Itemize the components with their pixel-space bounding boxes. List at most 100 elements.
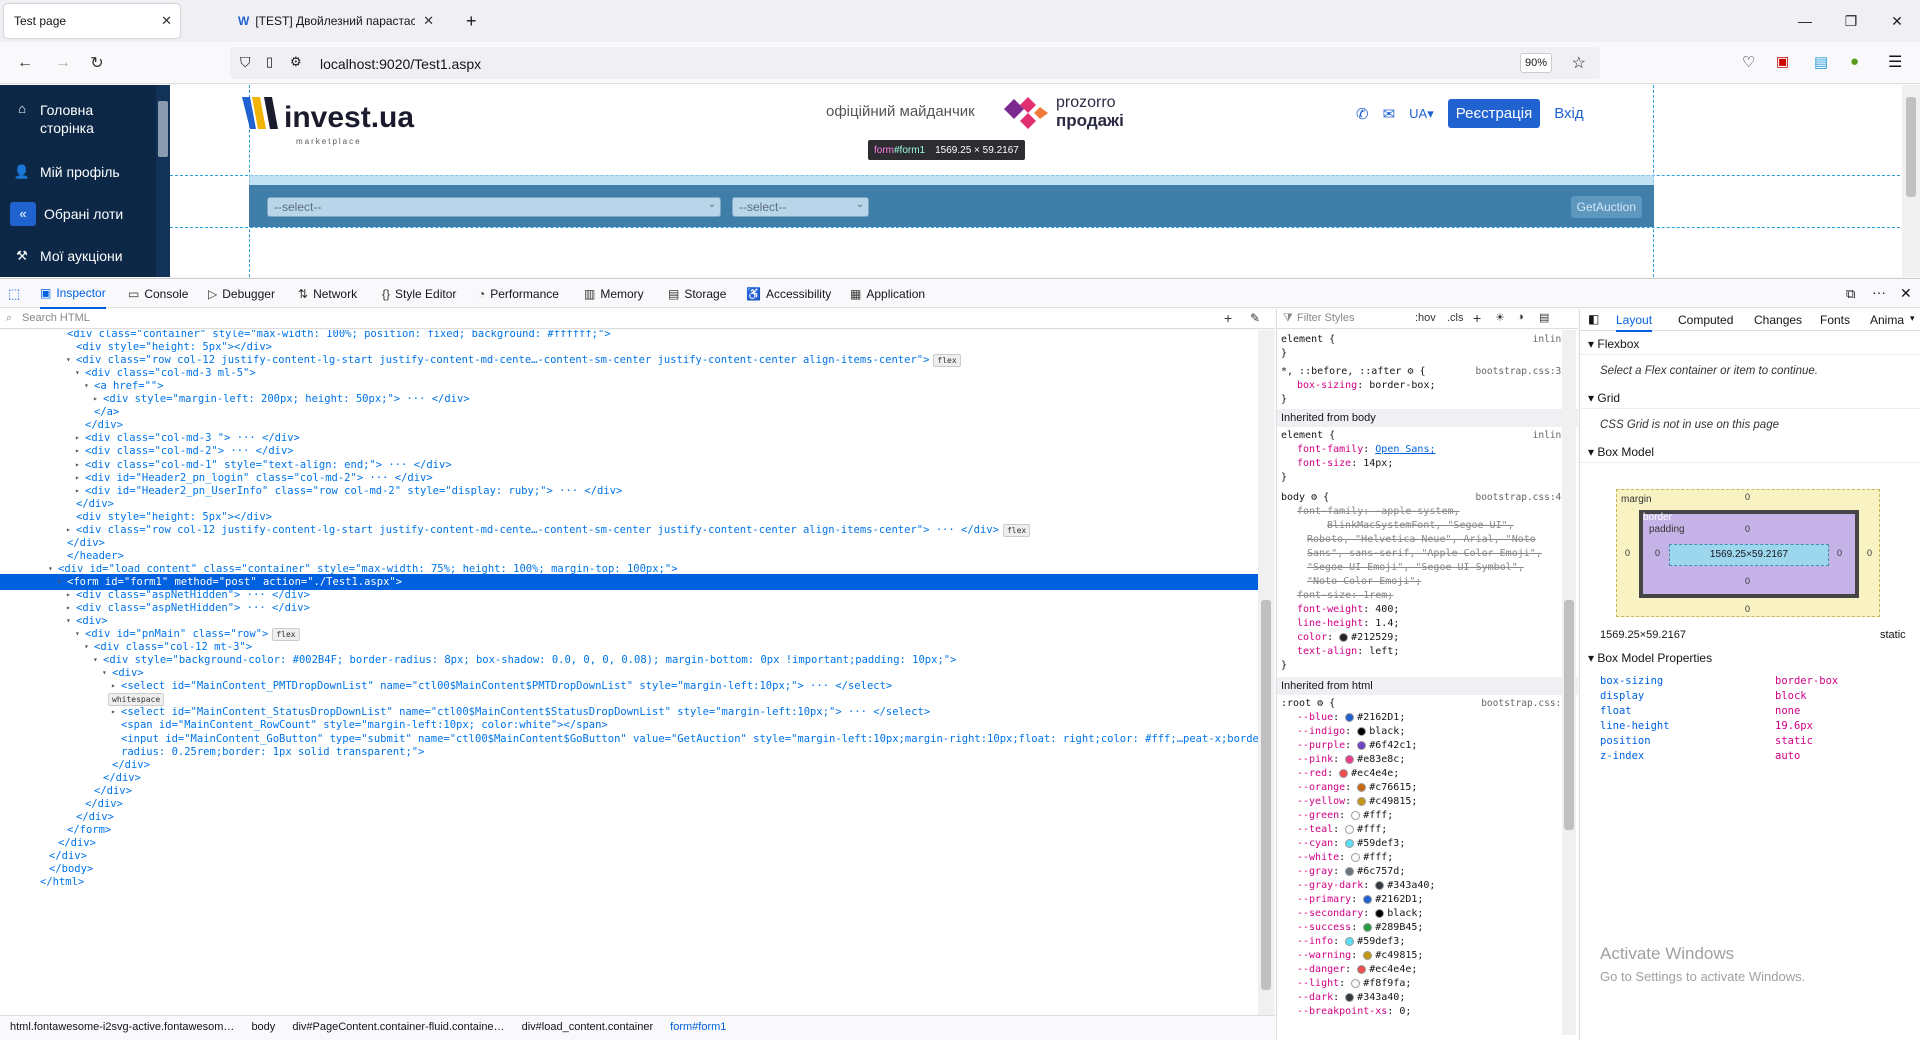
class-toggle[interactable]: .cls bbox=[1447, 312, 1464, 324]
star-icon[interactable]: ☆ bbox=[1572, 53, 1586, 73]
rule-declaration[interactable]: font-family: Open Sans; bbox=[1297, 443, 1578, 457]
tab-memory[interactable]: ▥ Memory bbox=[584, 279, 644, 309]
sidebar-item-favorites[interactable]: « Обрані лоти bbox=[10, 202, 123, 226]
rule-declaration[interactable]: font-weight: 400; bbox=[1297, 603, 1578, 617]
pocket-icon[interactable]: ♡ bbox=[1742, 53, 1755, 71]
css-variable[interactable]: --red: #ec4e4e; bbox=[1297, 767, 1578, 781]
css-variable[interactable]: --breakpoint-xs: 0; bbox=[1297, 1005, 1578, 1019]
padding-right-value[interactable]: 0 bbox=[1837, 548, 1842, 558]
chevron-down-icon[interactable]: ▾ bbox=[1910, 313, 1915, 324]
markup-node[interactable]: </html> bbox=[0, 874, 1258, 890]
light-theme-icon[interactable]: ☀ bbox=[1495, 311, 1505, 324]
rule-declaration[interactable]: text-align: left; bbox=[1297, 645, 1578, 659]
padding-top-value[interactable]: 0 bbox=[1745, 524, 1750, 534]
permissions-icon[interactable]: ⚙ bbox=[290, 54, 302, 70]
tab-application[interactable]: ▦ Application bbox=[850, 279, 925, 309]
rule-source[interactable]: bootstrap.css:46 bbox=[1475, 491, 1567, 505]
css-variable[interactable]: --success: #289B45; bbox=[1297, 921, 1578, 935]
color-swatch[interactable] bbox=[1357, 782, 1367, 792]
element-picker-icon[interactable]: ⬚ bbox=[8, 286, 20, 302]
tab-animations[interactable]: Anima bbox=[1870, 313, 1904, 327]
sidebar-item-auctions[interactable]: ⚒ Мої аукціони bbox=[12, 248, 122, 264]
tab-style-editor[interactable]: {} Style Editor bbox=[382, 279, 456, 309]
css-variable[interactable]: --dark: #343a40; bbox=[1297, 991, 1578, 1005]
close-devtools-icon[interactable]: ✕ bbox=[1900, 285, 1912, 302]
color-swatch[interactable] bbox=[1345, 712, 1355, 722]
register-button[interactable]: Реєстрація bbox=[1447, 99, 1541, 128]
print-icon[interactable]: ▤ bbox=[1539, 311, 1549, 324]
add-node-icon[interactable]: + bbox=[1224, 310, 1232, 326]
tab-computed[interactable]: Computed bbox=[1678, 313, 1733, 327]
breadcrumb-item-current[interactable]: form#form1 bbox=[670, 1021, 726, 1033]
new-tab-button[interactable]: + bbox=[456, 4, 486, 38]
zoom-level[interactable]: 90% bbox=[1519, 53, 1552, 73]
css-variable[interactable]: --cyan: #59def3; bbox=[1297, 837, 1578, 851]
breadcrumb-item[interactable]: html.fontawesome-i2svg-active.fontawesom… bbox=[10, 1021, 234, 1033]
page-scrollbar-thumb[interactable] bbox=[1906, 97, 1916, 197]
html-search-input[interactable]: ⌕ Search HTML + ✎ bbox=[0, 309, 1275, 329]
login-link[interactable]: Вхід bbox=[1554, 105, 1583, 122]
language-selector[interactable]: UA▾ bbox=[1409, 106, 1434, 122]
sidebar-item-home[interactable]: ⌂ Головна сторінка bbox=[12, 101, 152, 137]
css-variable[interactable]: --secondary: black; bbox=[1297, 907, 1578, 921]
css-variable[interactable]: --white: #fff; bbox=[1297, 851, 1578, 865]
tab-storage[interactable]: ▤ Storage bbox=[668, 279, 726, 309]
markup-node[interactable]: ▸ <select id="MainContent_PMTDropDownList… bbox=[0, 678, 1258, 694]
color-swatch[interactable] bbox=[1351, 810, 1361, 820]
save-icon[interactable]: ▤ bbox=[1814, 53, 1828, 71]
color-swatch[interactable] bbox=[1345, 838, 1355, 848]
padding-bottom-value[interactable]: 0 bbox=[1745, 576, 1750, 586]
phone-icon[interactable]: ✆ bbox=[1356, 105, 1369, 123]
rule-source[interactable]: bootstrap.css:1 bbox=[1481, 697, 1567, 711]
rule-declaration[interactable]: line-height: 1.4; bbox=[1297, 617, 1578, 631]
tab-fonts[interactable]: Fonts bbox=[1820, 313, 1850, 327]
color-swatch[interactable] bbox=[1351, 852, 1361, 862]
rule-declaration-overridden[interactable]: font-size: 1rem; bbox=[1297, 589, 1578, 603]
css-variable[interactable]: --yellow: #c49815; bbox=[1297, 795, 1578, 809]
tab-layout[interactable]: Layout bbox=[1616, 313, 1653, 332]
close-window-button[interactable]: ✕ bbox=[1874, 0, 1920, 42]
margin-top-value[interactable]: 0 bbox=[1745, 492, 1750, 502]
color-swatch[interactable] bbox=[1339, 632, 1349, 642]
color-swatch[interactable] bbox=[1351, 978, 1361, 988]
color-swatch[interactable] bbox=[1357, 726, 1367, 736]
breadcrumb-item[interactable]: div#load_content.container bbox=[522, 1021, 653, 1033]
color-swatch[interactable] bbox=[1357, 964, 1367, 974]
tab-network[interactable]: ⇅ Network bbox=[298, 279, 357, 309]
tab-debugger[interactable]: ▷ Debugger bbox=[208, 279, 275, 309]
close-tab-icon[interactable]: ✕ bbox=[423, 13, 434, 29]
margin-bottom-value[interactable]: 0 bbox=[1745, 604, 1750, 614]
rule-declaration[interactable]: color: #212529; bbox=[1297, 631, 1578, 645]
rule-declaration[interactable]: font-size: 14px; bbox=[1297, 457, 1578, 471]
tab-performance[interactable]: ◔ Performance bbox=[478, 279, 559, 309]
tab-accessibility[interactable]: ♿ Accessibility bbox=[746, 279, 831, 309]
color-swatch[interactable] bbox=[1363, 950, 1373, 960]
boxmodel-section-header[interactable]: ▾ Box Model bbox=[1580, 441, 1920, 463]
tab-inspector[interactable]: ▣ Inspector bbox=[40, 279, 106, 309]
css-variable[interactable]: --indigo: black; bbox=[1297, 725, 1578, 739]
add-rule-icon[interactable]: + bbox=[1473, 310, 1481, 326]
extension-icon[interactable]: ● bbox=[1850, 53, 1859, 70]
back-button[interactable]: ← bbox=[12, 50, 38, 76]
breadcrumb-item[interactable]: body bbox=[251, 1021, 275, 1033]
css-variable[interactable]: --orange: #c76615; bbox=[1297, 781, 1578, 795]
css-variable[interactable]: --blue: #2162D1; bbox=[1297, 711, 1578, 725]
menu-icon[interactable]: ☰ bbox=[1888, 52, 1902, 72]
css-variable[interactable]: --gray-dark: #343a40; bbox=[1297, 879, 1578, 893]
rule-declaration[interactable]: box-sizing: border-box; bbox=[1297, 379, 1578, 393]
grid-section-header[interactable]: ▾ Grid bbox=[1580, 387, 1920, 409]
pmt-dropdown[interactable]: --select-- ⌄ bbox=[267, 197, 721, 217]
eyedropper-icon[interactable]: ✎ bbox=[1250, 311, 1260, 325]
color-swatch[interactable] bbox=[1345, 992, 1355, 1002]
color-swatch[interactable] bbox=[1345, 824, 1355, 834]
css-variable[interactable]: --teal: #fff; bbox=[1297, 823, 1578, 837]
restore-button[interactable]: ❐ bbox=[1828, 0, 1874, 42]
css-variable[interactable]: --purple: #6f42c1; bbox=[1297, 739, 1578, 753]
hover-toggle[interactable]: :hov bbox=[1415, 312, 1436, 324]
more-options-icon[interactable]: ··· bbox=[1872, 284, 1886, 300]
prozorro-logo[interactable]: prozorro продажі bbox=[1000, 95, 1124, 131]
css-variable[interactable]: --gray: #6c757d; bbox=[1297, 865, 1578, 879]
margin-right-value[interactable]: 0 bbox=[1867, 548, 1872, 558]
browser-tab-test-page[interactable]: Test page ✕ bbox=[4, 4, 180, 38]
tab-changes[interactable]: Changes bbox=[1754, 313, 1802, 327]
